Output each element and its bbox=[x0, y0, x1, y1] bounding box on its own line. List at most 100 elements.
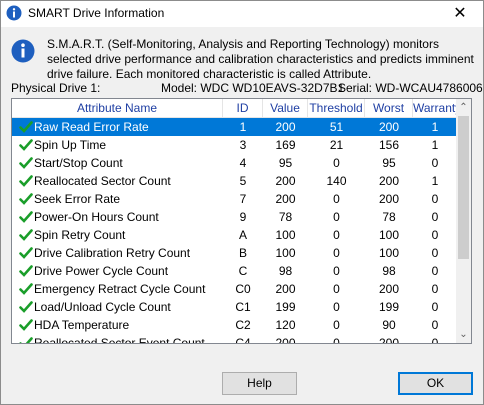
table-row[interactable]: Start/Stop Count 4 95 0 95 0 bbox=[12, 154, 457, 172]
table-row[interactable]: Drive Power Cycle Count C 98 0 98 0 bbox=[12, 262, 457, 280]
attribute-name-cell: Drive Calibration Retry Count bbox=[34, 246, 191, 260]
threshold-cell: 0 bbox=[333, 336, 340, 344]
table-row[interactable]: Load/Unload Cycle Count C1 199 0 199 0 bbox=[12, 298, 457, 316]
value-cell: 200 bbox=[275, 174, 296, 188]
attribute-name-cell: Spin Retry Count bbox=[34, 228, 126, 242]
worst-cell: 98 bbox=[382, 264, 396, 278]
threshold-cell: 0 bbox=[333, 228, 340, 242]
id-cell: C bbox=[238, 264, 248, 278]
value-cell: 200 bbox=[275, 192, 296, 206]
vertical-scrollbar[interactable]: ⌃ ⌄ bbox=[456, 99, 471, 343]
column-header-attribute-name[interactable]: Attribute Name bbox=[12, 99, 223, 117]
id-cell: 3 bbox=[239, 138, 247, 152]
id-cell: 1 bbox=[239, 120, 247, 134]
attribute-name-cell: Reallocated Sector Count bbox=[34, 174, 171, 188]
worst-cell: 200 bbox=[378, 174, 400, 188]
table-header: Attribute Name ID Value Threshold Worst … bbox=[12, 99, 457, 118]
warranty-cell: 0 bbox=[431, 300, 439, 314]
threshold-cell: 0 bbox=[333, 156, 340, 170]
table-row[interactable]: Power-On Hours Count 9 78 0 78 0 bbox=[12, 208, 457, 226]
threshold-cell: 0 bbox=[333, 318, 340, 332]
warranty-cell: 1 bbox=[431, 120, 439, 134]
value-cell: 100 bbox=[275, 246, 296, 260]
column-header-worst[interactable]: Worst bbox=[365, 99, 413, 117]
close-button[interactable]: ✕ bbox=[445, 3, 475, 25]
column-header-warranty[interactable]: Warranty bbox=[413, 99, 457, 117]
info-icon bbox=[11, 39, 35, 63]
warranty-cell: 1 bbox=[431, 174, 439, 188]
attribute-name-cell: Load/Unload Cycle Count bbox=[34, 300, 171, 314]
scroll-down-icon[interactable]: ⌄ bbox=[456, 326, 471, 343]
table-row[interactable]: Seek Error Rate 7 200 0 200 0 bbox=[12, 190, 457, 208]
worst-cell: 200 bbox=[378, 336, 400, 344]
attribute-name-cell: Emergency Retract Cycle Count bbox=[34, 282, 206, 296]
id-cell: 7 bbox=[239, 192, 247, 206]
id-cell: 5 bbox=[239, 174, 247, 188]
warranty-cell: 0 bbox=[431, 210, 439, 224]
value-cell: 200 bbox=[275, 336, 296, 344]
value-cell: 169 bbox=[275, 138, 296, 152]
threshold-cell: 140 bbox=[326, 174, 347, 188]
attribute-name-cell: Seek Error Rate bbox=[34, 192, 121, 206]
help-button[interactable]: Help bbox=[222, 372, 297, 395]
threshold-cell: 0 bbox=[333, 300, 340, 314]
info-icon bbox=[6, 5, 22, 21]
id-cell: C2 bbox=[235, 318, 251, 332]
table-body: Raw Read Error Rate 1 200 51 200 1 Spin Up Tim… bbox=[12, 118, 457, 344]
column-header-threshold[interactable]: Threshold bbox=[308, 99, 365, 117]
value-cell: 78 bbox=[278, 210, 293, 224]
id-cell: 4 bbox=[239, 156, 247, 170]
id-cell: C0 bbox=[235, 282, 251, 296]
table-row[interactable]: Raw Read Error Rate 1 200 51 200 1 bbox=[12, 118, 457, 136]
warranty-cell: 0 bbox=[431, 318, 439, 332]
threshold-cell: 0 bbox=[333, 192, 340, 206]
worst-cell: 200 bbox=[378, 282, 400, 296]
smart-dialog: SMART Drive Information ✕ S.M.A.R.T. (Se… bbox=[0, 0, 484, 405]
value-cell: 199 bbox=[275, 300, 296, 314]
title-bar[interactable]: SMART Drive Information ✕ bbox=[1, 1, 483, 27]
worst-cell: 78 bbox=[382, 210, 396, 224]
table-row[interactable]: Emergency Retract Cycle Count C0 200 0 200 0 bbox=[12, 280, 457, 298]
id-cell: C4 bbox=[235, 336, 251, 344]
threshold-cell: 0 bbox=[333, 264, 340, 278]
table-row[interactable]: Drive Calibration Retry Count B 100 0 100 0 bbox=[12, 244, 457, 262]
attribute-table[interactable]: Attribute Name ID Value Threshold Worst … bbox=[11, 98, 472, 344]
worst-cell: 199 bbox=[378, 300, 400, 314]
threshold-cell: 21 bbox=[329, 138, 344, 152]
close-icon: ✕ bbox=[453, 5, 467, 22]
table-row[interactable]: Reallocated Sector Count 5 200 140 200 1 bbox=[12, 172, 457, 190]
attribute-name-cell: HDA Temperature bbox=[34, 318, 130, 332]
id-cell: C1 bbox=[235, 300, 251, 314]
value-cell: 100 bbox=[275, 228, 296, 242]
scroll-up-icon[interactable]: ⌃ bbox=[456, 99, 471, 116]
value-cell: 98 bbox=[278, 264, 293, 278]
worst-cell: 200 bbox=[378, 192, 400, 206]
drive-model: Model: WDC WD10EAVS-32D7B1 bbox=[161, 81, 345, 95]
warranty-cell: 0 bbox=[431, 156, 439, 170]
threshold-cell: 0 bbox=[333, 210, 340, 224]
attribute-name-cell: Start/Stop Count bbox=[34, 156, 123, 170]
value-cell: 200 bbox=[275, 282, 296, 296]
id-cell: 9 bbox=[239, 210, 247, 224]
value-cell: 95 bbox=[278, 156, 293, 170]
worst-cell: 90 bbox=[382, 318, 396, 332]
table-row[interactable]: Spin Up Time 3 169 21 156 1 bbox=[12, 136, 457, 154]
warranty-cell: 0 bbox=[431, 192, 439, 206]
column-header-id[interactable]: ID bbox=[223, 99, 263, 117]
ok-button[interactable]: OK bbox=[398, 372, 473, 395]
table-row[interactable]: Reallocated Sector Event Count C4 200 0 200 0 bbox=[12, 334, 457, 344]
warranty-cell: 0 bbox=[431, 246, 439, 260]
table-row[interactable]: HDA Temperature C2 120 0 90 0 bbox=[12, 316, 457, 334]
table-row[interactable]: Spin Retry Count A 100 0 100 0 bbox=[12, 226, 457, 244]
threshold-cell: 0 bbox=[333, 246, 340, 260]
warranty-cell: 0 bbox=[431, 282, 439, 296]
attribute-name-cell: Reallocated Sector Event Count bbox=[34, 336, 205, 344]
description-text: S.M.A.R.T. (Self-Monitoring, Analysis an… bbox=[47, 37, 474, 81]
attribute-name-cell: Power-On Hours Count bbox=[34, 210, 159, 224]
threshold-cell: 51 bbox=[329, 120, 344, 134]
scroll-thumb[interactable] bbox=[458, 116, 469, 259]
value-cell: 120 bbox=[275, 318, 296, 332]
column-header-value[interactable]: Value bbox=[263, 99, 308, 117]
worst-cell: 100 bbox=[378, 228, 400, 242]
warranty-cell: 1 bbox=[431, 138, 439, 152]
